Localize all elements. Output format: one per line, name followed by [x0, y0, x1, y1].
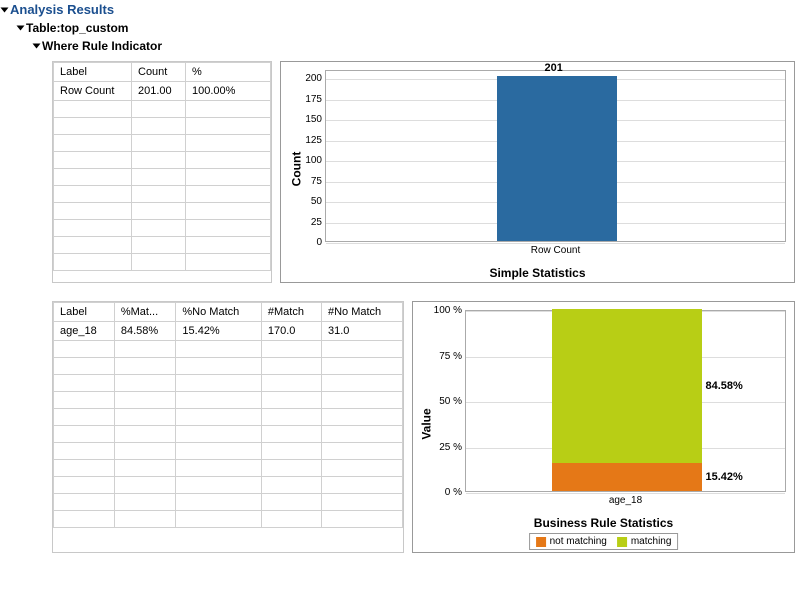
y-tick: 0 % — [426, 487, 462, 498]
col-match-pct[interactable]: %Mat... — [114, 303, 176, 322]
y-tick: 175 — [296, 94, 322, 105]
bar-value-label: 201 — [545, 62, 563, 74]
y-tick: 75 % — [426, 351, 462, 362]
chart-title: Business Rule Statistics — [413, 516, 794, 530]
y-axis-label: Value — [420, 408, 434, 439]
y-tick: 0 — [296, 237, 322, 248]
table-header-row: Label %Mat... %No Match #Match #No Match — [54, 303, 403, 322]
table-row[interactable]: Row Count 201.00 100.00% — [54, 82, 271, 101]
tree-node-rule[interactable]: Where Rule Indicator — [34, 37, 795, 55]
chart-title: Simple Statistics — [281, 266, 794, 280]
legend-label: not matching — [550, 536, 607, 547]
chevron-down-icon — [1, 7, 9, 12]
col-match-n[interactable]: #Match — [261, 303, 321, 322]
y-tick: 25 — [296, 217, 322, 228]
y-tick: 25 % — [426, 442, 462, 453]
bar[interactable] — [497, 76, 617, 241]
label-rule: Where Rule Indicator — [42, 39, 162, 53]
y-tick: 125 — [296, 135, 322, 146]
x-tick: Row Count — [325, 245, 786, 256]
col-label[interactable]: Label — [54, 63, 132, 82]
col-label[interactable]: Label — [54, 303, 115, 322]
y-tick: 100 — [296, 155, 322, 166]
chevron-down-icon — [17, 26, 25, 31]
tree-node-table[interactable]: Table:top_custom — [18, 19, 795, 37]
label-analysis-results: Analysis Results — [10, 2, 114, 17]
y-tick: 150 — [296, 114, 322, 125]
simple-stats-chart: Count 0255075100125150175200201 Row Coun… — [280, 61, 795, 283]
col-pct[interactable]: % — [186, 63, 271, 82]
simple-stats-table: Label Count % Row Count 201.00 100.00% — [52, 61, 272, 283]
chevron-down-icon — [33, 44, 41, 49]
bar-value-label: 15.42% — [706, 471, 743, 483]
label-table: Table:top_custom — [26, 21, 128, 35]
legend-label: matching — [631, 536, 672, 547]
bar-value-label: 84.58% — [706, 380, 743, 392]
legend: not matching matching — [529, 533, 679, 550]
col-count[interactable]: Count — [132, 63, 186, 82]
tree-node-analysis-results[interactable]: Analysis Results — [2, 0, 795, 19]
cell-label: age_18 — [54, 322, 115, 341]
y-tick: 75 — [296, 176, 322, 187]
legend-swatch-not-matching — [536, 537, 546, 547]
table-header-row: Label Count % — [54, 63, 271, 82]
table-row[interactable]: age_18 84.58% 15.42% 170.0 31.0 — [54, 322, 403, 341]
cell-match-n: 170.0 — [261, 322, 321, 341]
analysis-results-panel: Analysis Results Table:top_custom Where … — [0, 0, 795, 553]
cell-nomatch-n: 31.0 — [321, 322, 402, 341]
bar-matching[interactable] — [552, 309, 702, 463]
y-tick: 50 % — [426, 396, 462, 407]
legend-swatch-matching — [617, 537, 627, 547]
cell-nomatch-pct: 15.42% — [176, 322, 261, 341]
y-tick: 50 — [296, 196, 322, 207]
cell-pct: 100.00% — [186, 82, 271, 101]
y-tick: 100 % — [426, 305, 462, 316]
cell-match-pct: 84.58% — [114, 322, 176, 341]
business-rule-table: Label %Mat... %No Match #Match #No Match… — [52, 301, 404, 553]
business-rule-chart: Value 0 % 25 % 50 % 75 % 100 % 15.42% 84.58% a… — [412, 301, 795, 553]
x-tick: age_18 — [465, 495, 786, 506]
bar-not-matching[interactable] — [552, 463, 702, 491]
cell-count: 201.00 — [132, 82, 186, 101]
y-tick: 200 — [296, 73, 322, 84]
col-nomatch-n[interactable]: #No Match — [321, 303, 402, 322]
cell-label: Row Count — [54, 82, 132, 101]
col-nomatch-pct[interactable]: %No Match — [176, 303, 261, 322]
